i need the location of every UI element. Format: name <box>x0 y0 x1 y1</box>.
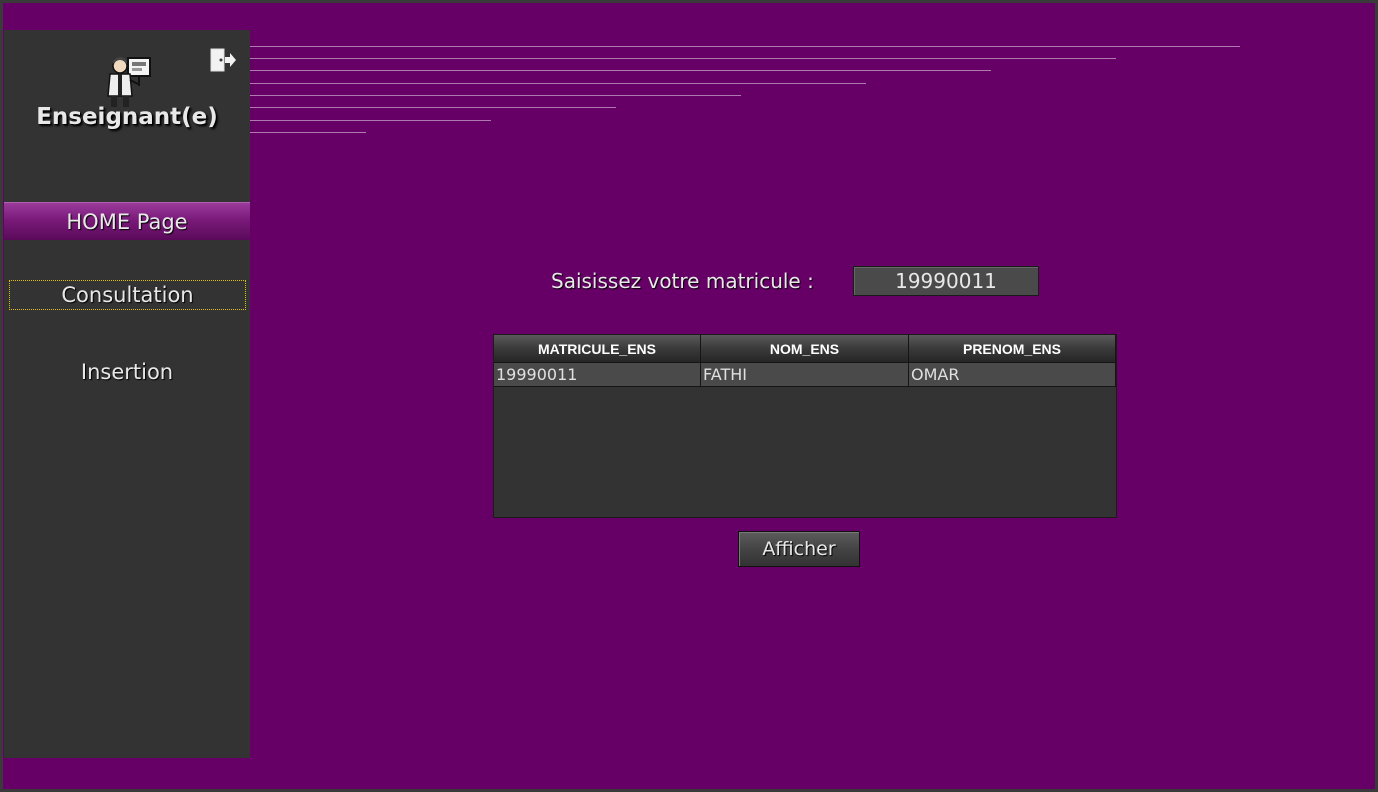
decorative-line <box>250 46 1240 47</box>
afficher-button[interactable]: Afficher <box>738 531 860 567</box>
sidebar: Enseignant(e) HOME Page Consultation Ins… <box>4 30 250 758</box>
matricule-input[interactable] <box>853 266 1039 296</box>
nav-item-insertion[interactable]: Insertion <box>4 356 250 388</box>
results-table[interactable]: MATRICULE_ENS NOM_ENS PRENOM_ENS 1999001… <box>493 334 1117 518</box>
decorative-line <box>250 120 491 121</box>
decorative-line <box>250 70 991 71</box>
teacher-avatar-icon <box>107 57 151 107</box>
table-cell-matricule[interactable]: 19990011 <box>494 363 701 387</box>
decorative-line <box>250 95 741 96</box>
table-cell-nom[interactable]: FATHI <box>701 363 909 387</box>
nav-item-consultation[interactable]: Consultation <box>9 280 246 310</box>
matricule-label: Saisissez votre matricule : <box>551 269 814 293</box>
decorative-line <box>250 83 866 84</box>
table-cell-prenom[interactable]: OMAR <box>909 363 1116 387</box>
app-window: Enseignant(e) HOME Page Consultation Ins… <box>0 0 1378 792</box>
decorative-line <box>250 58 1116 59</box>
role-title: Enseignant(e) <box>36 104 218 130</box>
column-header-matricule[interactable]: MATRICULE_ENS <box>494 335 701 363</box>
decorative-line <box>250 132 366 133</box>
column-header-nom[interactable]: NOM_ENS <box>701 335 909 363</box>
nav-item-home[interactable]: HOME Page <box>4 202 250 240</box>
decorative-line <box>250 107 616 108</box>
logout-icon[interactable] <box>208 46 236 74</box>
column-header-prenom[interactable]: PRENOM_ENS <box>909 335 1116 363</box>
